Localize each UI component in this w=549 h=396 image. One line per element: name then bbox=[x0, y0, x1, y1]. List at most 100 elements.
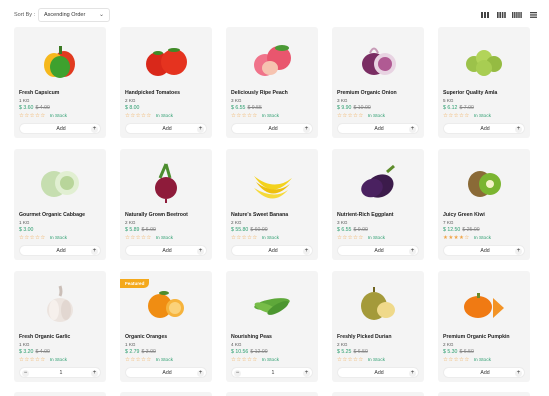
plus-icon[interactable]: + bbox=[91, 125, 98, 133]
add-to-cart-button[interactable]: Add + bbox=[125, 123, 207, 134]
product-card[interactable]: Superior Quality Amla 5 KG $ 6.12 $ 7.00 ☆… bbox=[438, 27, 530, 138]
add-to-cart-button[interactable]: Add + bbox=[443, 245, 525, 256]
product-name[interactable]: Freshly Picked Durian bbox=[337, 334, 392, 340]
add-to-cart-button[interactable]: Add + bbox=[337, 367, 419, 378]
plus-icon[interactable]: + bbox=[515, 125, 522, 133]
product-card[interactable]: Naturally Grown Beetroot 2 KG $ 5.89 $ 6.0… bbox=[120, 149, 212, 260]
plus-icon[interactable]: + bbox=[91, 247, 98, 255]
product-name[interactable]: Handpicked Tomatoes bbox=[125, 90, 180, 96]
star-rating-icon: ☆☆☆☆☆ bbox=[443, 113, 470, 119]
star-rating-icon: ☆☆☆☆☆ bbox=[19, 113, 46, 119]
product-name[interactable]: Deliciously Ripe Peach bbox=[231, 90, 288, 96]
product-card[interactable]: Nourishing Peas 4 KG $ 10.56 $ 12.00 ☆☆☆☆☆… bbox=[226, 271, 318, 382]
product-price: $ 55.80 bbox=[231, 227, 249, 233]
plus-icon[interactable]: + bbox=[303, 369, 310, 377]
price-line: $ 3.20 $ 4.00 bbox=[19, 349, 50, 355]
product-name[interactable]: Nourishing Peas bbox=[231, 334, 272, 340]
sort-select[interactable]: Ascending Order ⌄ bbox=[38, 8, 110, 22]
plus-icon[interactable]: + bbox=[197, 247, 204, 255]
product-image[interactable] bbox=[14, 33, 106, 87]
plus-icon[interactable]: + bbox=[409, 369, 416, 377]
product-image[interactable] bbox=[226, 277, 318, 331]
price-line: $ 3.00 bbox=[19, 227, 33, 233]
product-price: $ 3.60 bbox=[19, 105, 34, 111]
product-card[interactable]: Freshly Picked Durian 2 KG $ 5.25 $ 6.50 ☆… bbox=[332, 271, 424, 382]
product-image[interactable] bbox=[120, 155, 212, 209]
product-name[interactable]: Naturally Grown Beetroot bbox=[125, 212, 188, 218]
add-to-cart-button[interactable]: Add + bbox=[337, 123, 419, 134]
product-image[interactable] bbox=[438, 277, 530, 331]
product-name[interactable]: Fresh Organic Garlic bbox=[19, 334, 70, 340]
product-image[interactable] bbox=[438, 33, 530, 87]
product-weight: 5 KG bbox=[443, 98, 454, 103]
grid-3-icon[interactable] bbox=[479, 9, 491, 21]
plus-icon[interactable]: + bbox=[303, 247, 310, 255]
product-price: $ 5.30 bbox=[443, 349, 458, 355]
product-card[interactable]: Nature's Sweet Banana 2 KG $ 55.80 $ 60.00… bbox=[226, 149, 318, 260]
product-card[interactable]: Nutrient-Rich Eggplant 3 KG $ 6.55 $ 9.00 … bbox=[332, 149, 424, 260]
product-weight: 1 KG bbox=[19, 220, 30, 225]
grid-4-icon[interactable] bbox=[495, 9, 507, 21]
product-card[interactable]: Deliciously Ripe Peach 3 KG $ 6.55 $ 9.55 … bbox=[226, 27, 318, 138]
product-name[interactable]: Nature's Sweet Banana bbox=[231, 212, 288, 218]
product-card[interactable]: Juicy Green Kiwi 7 KG $ 12.50 $ 25.00 ★★★★… bbox=[438, 149, 530, 260]
product-name[interactable]: Nutrient-Rich Eggplant bbox=[337, 212, 393, 218]
grid-5-icon[interactable] bbox=[511, 9, 523, 21]
product-card[interactable]: Fresh Organic Garlic 1 KG $ 3.20 $ 4.00 ☆☆… bbox=[14, 271, 106, 382]
product-name[interactable]: Fresh Capsicum bbox=[19, 90, 59, 96]
product-card-partial bbox=[332, 392, 424, 396]
plus-icon[interactable]: + bbox=[91, 369, 98, 377]
add-to-cart-button[interactable]: Add + bbox=[231, 245, 313, 256]
product-weight: 4 KG bbox=[231, 342, 242, 347]
plus-icon[interactable]: + bbox=[515, 247, 522, 255]
price-line: $ 2.79 $ 3.00 bbox=[125, 349, 156, 355]
product-name[interactable]: Superior Quality Amla bbox=[443, 90, 497, 96]
product-card[interactable]: Fresh Capsicum 1 KG $ 3.60 $ 4.99 ☆☆☆☆☆ In… bbox=[14, 27, 106, 138]
product-image[interactable] bbox=[332, 277, 424, 331]
product-card[interactable]: Premium Organic Pumpkin 2 KG $ 5.30 $ 6.50… bbox=[438, 271, 530, 382]
product-name[interactable]: Juicy Green Kiwi bbox=[443, 212, 485, 218]
product-weight: 7 KG bbox=[443, 220, 454, 225]
old-price: $ 9.55 bbox=[247, 105, 262, 111]
product-image[interactable] bbox=[438, 155, 530, 209]
product-name[interactable]: Organic Oranges bbox=[125, 334, 167, 340]
add-to-cart-button[interactable]: Add + bbox=[337, 245, 419, 256]
add-to-cart-button[interactable]: Add + bbox=[125, 245, 207, 256]
product-card[interactable]: Handpicked Tomatoes 2 KG $ 8.00 ☆☆☆☆☆ In … bbox=[120, 27, 212, 138]
product-name[interactable]: Premium Organic Onion bbox=[337, 90, 397, 96]
product-card[interactable]: Premium Organic Onion 3 KG $ 9.90 $ 10.00 … bbox=[332, 27, 424, 138]
star-rating-icon: ☆☆☆☆☆ bbox=[125, 357, 152, 363]
product-card[interactable]: Featured Organic Oranges 1 KG $ 2.79 $ 3.00… bbox=[120, 271, 212, 382]
plus-icon[interactable]: + bbox=[197, 369, 204, 377]
product-card[interactable]: Gourmet Organic Cabbage 1 KG $ 3.00 ☆☆☆☆☆… bbox=[14, 149, 106, 260]
add-to-cart-button[interactable]: Add + bbox=[19, 123, 101, 134]
product-image[interactable] bbox=[226, 155, 318, 209]
product-image[interactable] bbox=[332, 33, 424, 87]
product-name[interactable]: Gourmet Organic Cabbage bbox=[19, 212, 85, 218]
plus-icon[interactable]: + bbox=[409, 247, 416, 255]
product-name[interactable]: Premium Organic Pumpkin bbox=[443, 334, 510, 340]
plus-icon[interactable]: + bbox=[197, 125, 204, 133]
plus-icon[interactable]: + bbox=[409, 125, 416, 133]
product-image[interactable] bbox=[120, 33, 212, 87]
add-to-cart-button[interactable]: Add + bbox=[125, 367, 207, 378]
product-image[interactable] bbox=[332, 155, 424, 209]
product-weight: 2 KG bbox=[125, 220, 136, 225]
add-to-cart-button[interactable]: Add + bbox=[443, 123, 525, 134]
stock-status: In Stock bbox=[49, 113, 67, 119]
rating-line: ☆☆☆☆☆ In Stock bbox=[231, 357, 279, 363]
plus-icon[interactable]: + bbox=[515, 369, 522, 377]
featured-badge: Featured bbox=[120, 279, 150, 288]
add-to-cart-button[interactable]: Add + bbox=[231, 123, 313, 134]
list-icon[interactable] bbox=[527, 9, 539, 21]
product-image[interactable] bbox=[14, 277, 106, 331]
add-to-cart-button[interactable]: Add + bbox=[19, 245, 101, 256]
old-price: $ 6.00 bbox=[141, 227, 156, 233]
add-to-cart-button[interactable]: Add + bbox=[443, 367, 525, 378]
star-rating-icon: ☆☆☆☆☆ bbox=[337, 113, 364, 119]
quantity-stepper: − 1 + bbox=[19, 367, 101, 378]
plus-icon[interactable]: + bbox=[303, 125, 310, 133]
quantity-stepper: − 1 + bbox=[231, 367, 313, 378]
product-image[interactable] bbox=[226, 33, 318, 87]
product-image[interactable] bbox=[14, 155, 106, 209]
